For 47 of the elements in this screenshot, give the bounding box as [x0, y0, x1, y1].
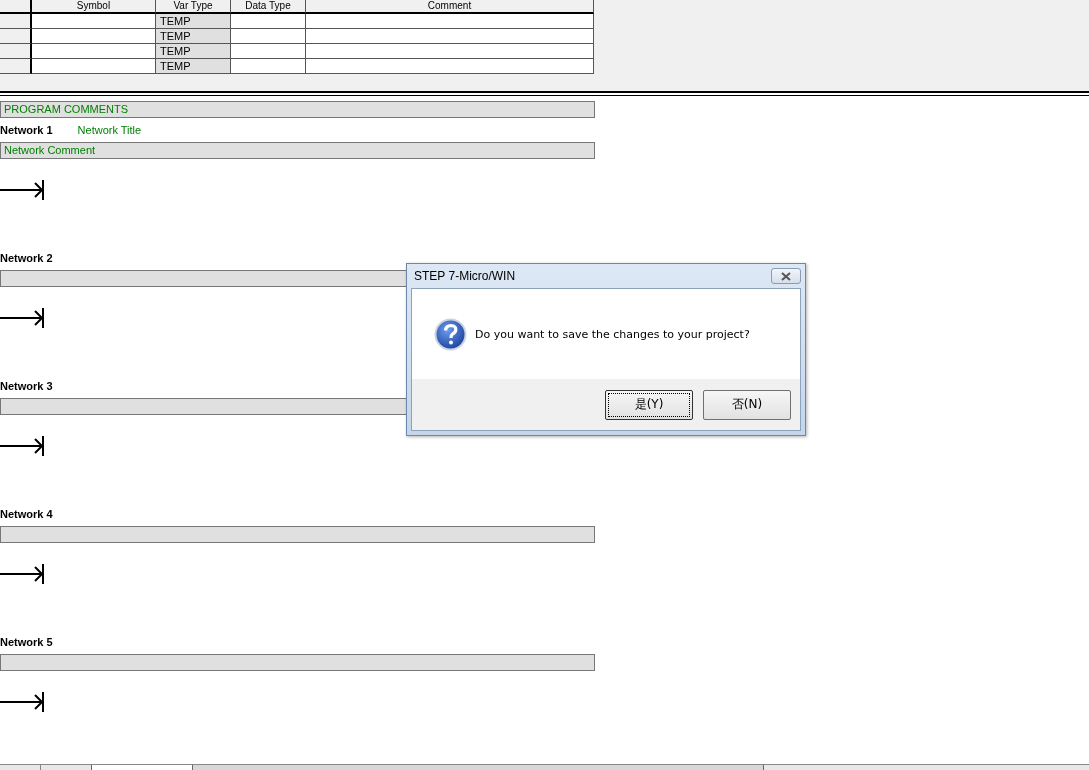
table-cell[interactable]: [32, 44, 156, 59]
table-cell[interactable]: [32, 29, 156, 44]
column-header: Var Type: [156, 0, 231, 14]
network-comment-bar[interactable]: [0, 654, 595, 671]
close-icon: [781, 271, 791, 281]
program-comments-bar[interactable]: PROGRAM COMMENTS: [0, 101, 595, 118]
network-label: Network 3: [0, 380, 53, 392]
table-cell[interactable]: [231, 29, 306, 44]
table-cell: TEMP: [156, 14, 231, 29]
table-cell[interactable]: [306, 14, 594, 29]
network-comment-bar[interactable]: [0, 526, 595, 543]
column-header: Symbol: [32, 0, 156, 14]
network-label: Network 1: [0, 124, 53, 136]
dialog-message: Do you want to save the changes to your project?: [475, 327, 750, 341]
table-cell[interactable]: [306, 59, 594, 74]
row-header[interactable]: [0, 44, 32, 59]
table-cell[interactable]: [231, 14, 306, 29]
dialog-title: STEP 7-Micro/WIN: [414, 269, 516, 283]
network-label: Network 4: [0, 508, 53, 520]
table-cell: TEMP: [156, 44, 231, 59]
rail-arrow-icon: [0, 179, 45, 201]
table-corner[interactable]: [0, 0, 32, 14]
row-header[interactable]: [0, 59, 32, 74]
network-label: Network 2: [0, 252, 53, 264]
column-header: Comment: [306, 0, 594, 14]
dialog-button[interactable]: 是(Y): [605, 389, 693, 420]
table-cell: TEMP: [156, 29, 231, 44]
question-icon: [434, 317, 467, 351]
network-label: Network 5: [0, 636, 53, 648]
table-cell[interactable]: [231, 59, 306, 74]
table-cell[interactable]: [231, 44, 306, 59]
rail-arrow-icon: [0, 563, 45, 585]
column-header: Data Type: [231, 0, 306, 14]
table-cell[interactable]: [306, 44, 594, 59]
network-comment-bar[interactable]: Network Comment: [0, 142, 595, 159]
table-cell[interactable]: [32, 14, 156, 29]
rail-arrow-icon: [0, 307, 45, 329]
dialog-button[interactable]: 否(N): [703, 389, 791, 420]
close-button[interactable]: [771, 268, 801, 284]
table-cell: TEMP: [156, 59, 231, 74]
row-header[interactable]: [0, 29, 32, 44]
rail-arrow-icon: [0, 435, 45, 457]
table-cell[interactable]: [306, 29, 594, 44]
table-cell[interactable]: [32, 59, 156, 74]
rail-arrow-icon: [0, 691, 45, 713]
network-title[interactable]: Network Title: [77, 124, 142, 136]
row-header[interactable]: [0, 14, 32, 29]
